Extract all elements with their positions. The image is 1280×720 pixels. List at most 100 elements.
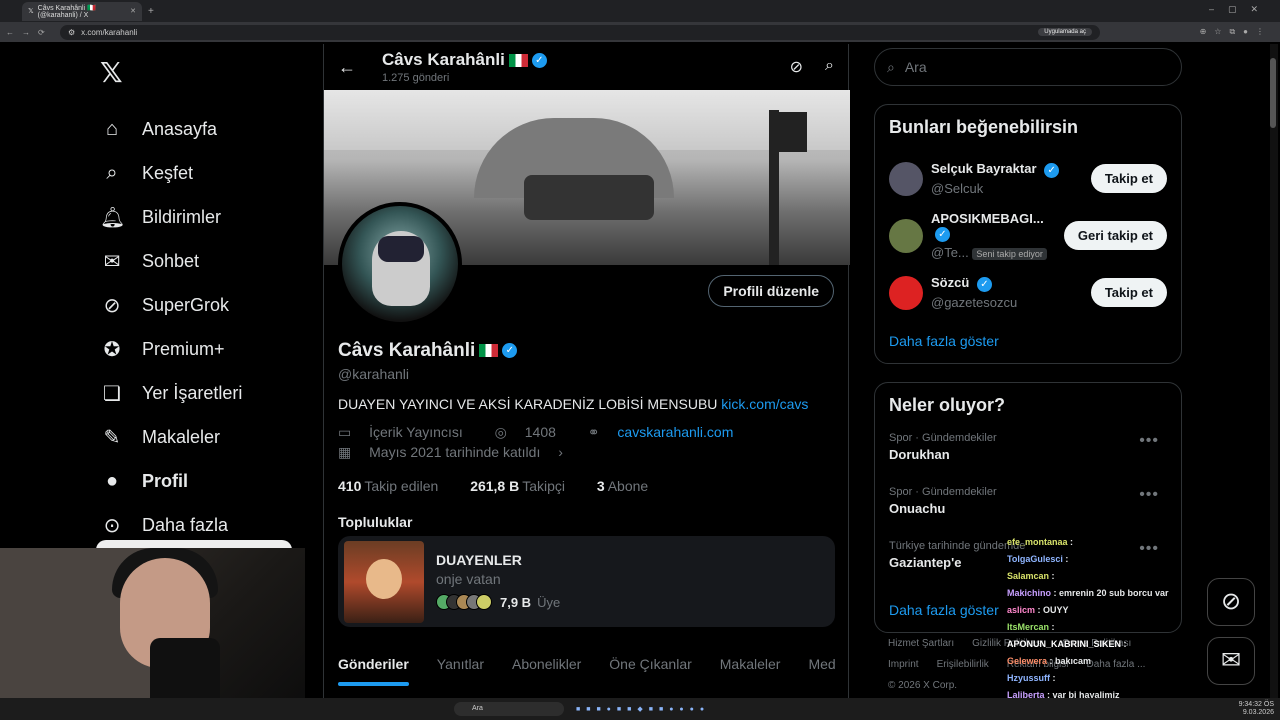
chat-text: bakıcam bbox=[1055, 656, 1092, 666]
profile-website[interactable]: cavskarahanli.com bbox=[617, 424, 733, 440]
profile-category: İçerik Yayıncısı bbox=[369, 424, 463, 440]
bio-link[interactable]: kick.com/cavs bbox=[721, 396, 808, 412]
who-to-follow-title: Bunları beğenebilirsin bbox=[889, 117, 1079, 137]
sidebar-item-3[interactable]: ✉ Sohbet bbox=[96, 239, 316, 283]
follow-button[interactable]: Takip et bbox=[1090, 164, 1167, 193]
chat-user: Makichino bbox=[1007, 588, 1052, 598]
url-field[interactable]: ⚙ x.com/karahanli Uygulamada aç bbox=[60, 24, 1100, 40]
sidebar-item-6[interactable]: ❏ Yer İşaretleri bbox=[96, 371, 316, 415]
toolbar-icons[interactable]: ⊕☆⧉●⋮ bbox=[1100, 27, 1280, 37]
close-tab-icon[interactable]: ✕ bbox=[130, 7, 136, 15]
tab-4[interactable]: Makaleler bbox=[706, 648, 795, 688]
footer-link[interactable]: Imprint bbox=[888, 659, 919, 670]
sidebar-item-label: Anasayfa bbox=[142, 118, 218, 139]
open-in-app-button[interactable]: Uygulamada aç bbox=[1038, 28, 1092, 36]
trend-category: Spor · Gündemdekiler bbox=[889, 486, 997, 498]
suggestion-avatar[interactable] bbox=[889, 161, 923, 196]
browser-tab[interactable]: 𝕏 Câvs Karahânli 🇮🇹 (@karahanli) / X ✕ bbox=[22, 1, 142, 21]
following-link[interactable]: 410 Takip edilen bbox=[338, 478, 452, 494]
grok-icon: ⊘ bbox=[103, 294, 121, 317]
tab-2[interactable]: Abonelikler bbox=[498, 648, 595, 688]
follow-button[interactable]: Takip et bbox=[1090, 278, 1167, 307]
trend-item[interactable]: Spor · Gündemdekiler Dorukhan ••• bbox=[889, 428, 1167, 482]
sidebar-item-label: Makaleler bbox=[142, 426, 221, 447]
site-info-icon[interactable]: ⚙ bbox=[68, 28, 75, 37]
edit-profile-button[interactable]: Profili düzenle bbox=[708, 275, 834, 307]
chat-message: Salamcan : bbox=[1007, 571, 1055, 581]
sidebar-item-1[interactable]: ⌕ Keşfet bbox=[96, 151, 316, 195]
profile-topbar: ← Câvs Karahânli ✓ 1.275 gönderi ⊘ ⌕ bbox=[324, 44, 848, 90]
sidebar-item-2[interactable]: 🔔︎ Bildirimler bbox=[96, 195, 316, 239]
back-arrow-icon[interactable]: ← bbox=[338, 57, 356, 78]
sidebar-item-0[interactable]: ⌂ Anasayfa bbox=[96, 107, 316, 151]
footer-link[interactable]: Erişilebilirlik bbox=[937, 659, 989, 670]
show-more-link[interactable]: Daha fazla göster bbox=[889, 333, 1167, 349]
chat-user: Hzyussuff bbox=[1007, 673, 1051, 683]
profile-tabs: Gönderiler Yanıtlar Abonelikler Öne Çıkanla… bbox=[324, 648, 850, 688]
new-tab-icon[interactable]: + bbox=[148, 6, 154, 17]
footer-link[interactable]: Hizmet Şartları bbox=[888, 638, 954, 649]
messages-fab-icon[interactable]: ✉ bbox=[1207, 637, 1255, 685]
followers-link[interactable]: 261,8 B Takipçi bbox=[470, 478, 579, 494]
suggestion-row[interactable]: Selçuk Bayraktar ✓ @Selcuk Takip et bbox=[889, 150, 1167, 207]
address-bar-row: ←→⟳ ⚙ x.com/karahanli Uygulamada aç ⊕☆⧉●… bbox=[0, 22, 1280, 42]
suggestion-row[interactable]: Sözcü ✓ @gazetesozcu Takip et bbox=[889, 264, 1167, 321]
chat-message: TolgaGulesci : bbox=[1007, 554, 1069, 564]
grok-fab-icon[interactable]: ⊘ bbox=[1207, 578, 1255, 626]
profile-avatar[interactable] bbox=[338, 202, 462, 326]
window-controls[interactable]: –▢✕ bbox=[1209, 4, 1272, 15]
profile-bio: DUAYEN YAYINCI VE AKSİ KARADENİZ LOBİSİ … bbox=[338, 396, 838, 412]
more-options-icon[interactable]: ••• bbox=[1139, 486, 1159, 504]
profile-joined[interactable]: Mayıs 2021 tarihinde katıldı bbox=[369, 444, 540, 460]
profile-handle: @karahanli bbox=[338, 366, 410, 382]
community-card[interactable]: DUAYENLER onje vatan 7,9 B Üye bbox=[338, 536, 835, 627]
grok-icon[interactable]: ⊘ bbox=[790, 57, 803, 77]
url-text: x.com/karahanli bbox=[81, 27, 138, 37]
tab-1[interactable]: Yanıtlar bbox=[423, 648, 498, 688]
nav-buttons[interactable]: ←→⟳ bbox=[0, 28, 60, 37]
taskbar-search[interactable]: Ara bbox=[454, 702, 564, 716]
verified-badge-icon[interactable]: ✓ bbox=[502, 343, 518, 359]
follows-you-badge: Seni takip ediyor bbox=[972, 248, 1047, 261]
briefcase-icon: ▭ bbox=[338, 424, 352, 440]
follow-button[interactable]: Geri takip et bbox=[1063, 221, 1167, 250]
tab-5[interactable]: Med bbox=[794, 648, 849, 688]
suggestion-handle: @gazetesozcu bbox=[931, 294, 1018, 310]
more-options-icon[interactable]: ••• bbox=[1139, 432, 1159, 450]
taskbar-apps[interactable]: ■■■●■■◆■■●●●● bbox=[576, 705, 710, 713]
tab-0[interactable]: Gönderiler bbox=[324, 648, 423, 688]
follow-stats: 410 Takip edilen 261,8 B Takipçi 3 Abone bbox=[338, 478, 838, 494]
profile-info: Câvs Karahânli ✓ @karahanli DUAYEN YAYINC… bbox=[338, 340, 838, 494]
community-name: DUAYENLER bbox=[436, 552, 522, 568]
chat-user: ItsMercan bbox=[1007, 622, 1050, 632]
suggestion-name: APOSIKMEBAGI... bbox=[931, 210, 1044, 226]
sidebar-item-4[interactable]: ⊘ SuperGrok bbox=[96, 283, 316, 327]
location-icon: ◎ bbox=[494, 424, 507, 440]
suggestion-avatar[interactable] bbox=[889, 275, 923, 310]
sidebar-item-label: Daha fazla bbox=[142, 514, 229, 535]
search-input[interactable]: ⌕ Ara bbox=[874, 48, 1182, 86]
sidebar-item-7[interactable]: ✎ Makaleler bbox=[96, 415, 316, 459]
verified-badge-icon: ✓ bbox=[1044, 162, 1060, 178]
sidebar-item-5[interactable]: ✪ Premium+ bbox=[96, 327, 316, 371]
verified-badge-icon: ✓ bbox=[935, 227, 950, 243]
tab-3[interactable]: Öne Çıkanlar bbox=[595, 648, 705, 688]
suggestion-avatar[interactable] bbox=[889, 218, 923, 253]
x-logo-icon[interactable]: 𝕏 bbox=[100, 56, 316, 89]
footer-link[interactable]: © 2026 X Corp. bbox=[888, 680, 957, 691]
communities-title: Topluluklar bbox=[338, 514, 413, 530]
chat-message: Makichino : emrenin 20 sub borcu var bbox=[1007, 588, 1169, 598]
page-scrollbar[interactable] bbox=[1270, 44, 1278, 720]
sidebar-item-label: Sohbet bbox=[142, 250, 200, 271]
sidebar-item-8[interactable]: ● Profil bbox=[96, 459, 316, 503]
chat-message: APONUN_KABRINI_SIKEN : bbox=[1007, 639, 1127, 649]
taskbar-clock[interactable]: 9:34:32 ÖS 9.03.2026 bbox=[1239, 701, 1280, 717]
sidebar-item-label: Keşfet bbox=[142, 162, 194, 183]
search-icon[interactable]: ⌕ bbox=[825, 57, 834, 77]
suggestion-row[interactable]: APOSIKMEBAGI... ✓ @Te... Seni takip ediyo… bbox=[889, 207, 1167, 264]
chevron-right-icon[interactable]: › bbox=[558, 444, 563, 460]
subscribers-link[interactable]: 3 Abone bbox=[597, 478, 662, 494]
chat-user: APONUN_KABRINI_SIKEN bbox=[1007, 639, 1122, 649]
chat-message: ItsMercan : bbox=[1007, 622, 1055, 632]
trend-item[interactable]: Spor · Gündemdekiler Onuachu ••• bbox=[889, 482, 1167, 536]
